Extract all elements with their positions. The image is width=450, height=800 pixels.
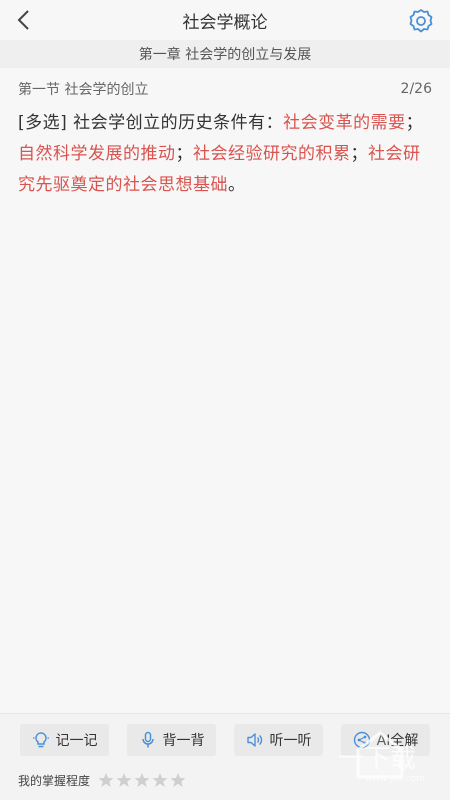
lightbulb-icon xyxy=(32,731,50,749)
recite-button[interactable]: 背一背 xyxy=(127,724,216,756)
gear-icon xyxy=(409,9,433,33)
answer-3: 社会经验研究的积累 xyxy=(193,144,351,164)
mastery-rating: 我的掌握程度 xyxy=(18,770,186,790)
page-title: 社会学概论 xyxy=(182,12,268,33)
top-bar: 社会学概论 xyxy=(0,0,450,40)
mastery-label: 我的掌握程度 xyxy=(18,773,91,788)
settings-button[interactable] xyxy=(406,6,436,36)
microphone-icon xyxy=(139,731,157,749)
remember-button[interactable]: 记一记 xyxy=(20,724,109,756)
question-type-tag: [多选] xyxy=(18,113,68,133)
question-progress: 2/26 xyxy=(400,81,432,97)
question-text: [多选] 社会学创立的历史条件有：社会变革的需要；自然科学发展的推动；社会经验研… xyxy=(18,113,424,195)
star-icon[interactable] xyxy=(170,772,186,788)
star-icon[interactable] xyxy=(134,772,150,788)
star-icon[interactable] xyxy=(152,772,168,788)
section-header: 第一节 社会学的创立 2/26 xyxy=(18,78,432,100)
chapter-title: 第一章 社会学的创立与发展 xyxy=(0,40,450,68)
chevron-left-icon xyxy=(17,10,29,30)
answer-2: 自然科学发展的推动 xyxy=(18,144,176,164)
svg-text:一下载: 一下载 xyxy=(338,744,416,774)
svg-text:www.yi4.com: www.yi4.com xyxy=(365,774,425,784)
answer-1: 社会变革的需要 xyxy=(283,113,406,133)
back-button[interactable] xyxy=(10,6,38,34)
recite-button-label: 背一背 xyxy=(162,733,205,749)
star-icon[interactable] xyxy=(116,772,132,788)
question-stem: 社会学创立的历史条件有： xyxy=(67,113,284,133)
star-icon[interactable] xyxy=(98,772,114,788)
site-watermark-logo: 一下载 www.yi4.com xyxy=(338,731,425,784)
star-rating xyxy=(98,772,186,788)
section-name: 第一节 社会学的创立 xyxy=(18,82,149,98)
remember-button-label: 记一记 xyxy=(55,733,98,749)
speaker-icon xyxy=(246,731,264,749)
